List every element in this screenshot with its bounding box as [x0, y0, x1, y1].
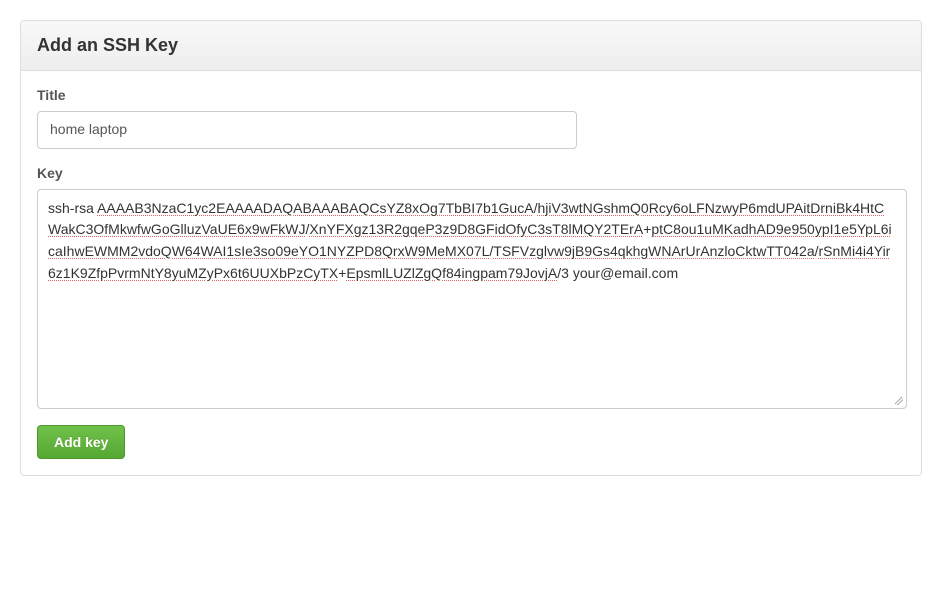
key-textarea[interactable]: ssh-rsa AAAAB3NzaC1yc2EAAAADAQABAAABAQCs… [37, 189, 907, 409]
title-input[interactable] [37, 111, 577, 149]
key-group: Key ssh-rsa AAAAB3NzaC1yc2EAAAADAQABAAAB… [37, 165, 905, 409]
resize-handle-icon [892, 394, 904, 406]
title-group: Title [37, 87, 905, 149]
title-label: Title [37, 87, 905, 103]
panel-title: Add an SSH Key [37, 35, 905, 56]
add-ssh-key-panel: Add an SSH Key Title Key ssh-rsa AAAAB3N… [20, 20, 922, 476]
add-key-button[interactable]: Add key [37, 425, 125, 459]
panel-header: Add an SSH Key [21, 21, 921, 71]
panel-body: Title Key ssh-rsa AAAAB3NzaC1yc2EAAAADAQ… [21, 71, 921, 475]
key-label: Key [37, 165, 905, 181]
